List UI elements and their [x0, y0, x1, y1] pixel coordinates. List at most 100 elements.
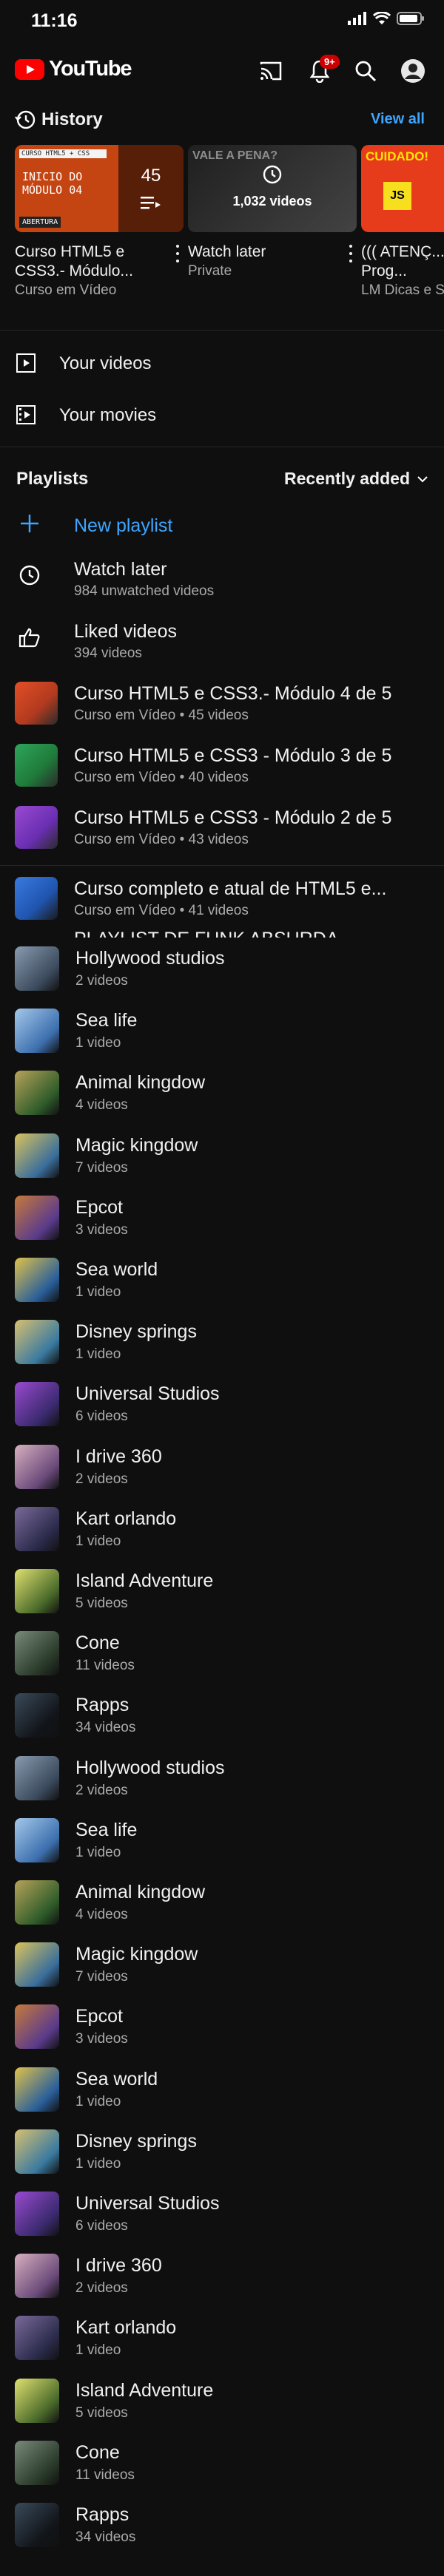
playlist-item[interactable]: Animal kingdow 4 videos: [0, 1062, 444, 1124]
notifications-button[interactable]: 9+: [305, 55, 340, 86]
playlist-video-count: 1 video: [75, 2342, 121, 2358]
playlist-title: Rapps: [75, 1695, 130, 1715]
chevron-down-icon: [417, 475, 428, 482]
playlist-item[interactable]: Rapps 34 videos: [0, 1684, 444, 1746]
playlist-item[interactable]: Curso completo e atual de HTML5 e... Cur…: [0, 868, 444, 930]
play-icon: [16, 353, 36, 373]
playlist-thumbnail: [15, 2503, 59, 2547]
playlist-item[interactable]: Kart orlando 1 video: [0, 1498, 444, 1560]
playlist-item[interactable]: Epcot 3 videos: [0, 1996, 444, 2058]
playlist-item[interactable]: I drive 360 2 videos: [0, 1436, 444, 1498]
thumbnail-caption: CUIDADO!: [366, 149, 428, 163]
playlist-thumbnail: [15, 2067, 59, 2112]
playlist-item-liked-videos[interactable]: Liked videos 394 videos: [0, 611, 444, 673]
playlist-item[interactable]: Sea world 1 video: [0, 2058, 444, 2121]
playlist-title: Disney springs: [75, 2131, 197, 2152]
history-card-title: Curso HTML5 e CSS3.- Módulo...: [15, 243, 133, 279]
history-card[interactable]: CURSO HTML5 + CSS INICIO DO MÓDULO 04 AB…: [15, 145, 184, 299]
playlist-video-count: 2 videos: [75, 2280, 128, 2296]
playlist-title: Hollywood studios: [75, 1758, 225, 1778]
playlist-title: I drive 360: [75, 2255, 162, 2276]
divider: [0, 865, 444, 866]
playlist-title: Magic kingdow: [75, 1944, 198, 1965]
cast-button[interactable]: [256, 56, 286, 86]
playlist-item[interactable]: Disney springs 1 video: [0, 1311, 444, 1373]
playlist-item[interactable]: Magic kingdow 7 videos: [0, 1933, 444, 1996]
video-thumbnail[interactable]: CURSO HTML5 + CSS INICIO DO MÓDULO 04 AB…: [15, 145, 184, 232]
playlist-item[interactable]: Epcot 3 videos: [0, 1187, 444, 1249]
playlist-subtitle: Curso em Vídeo • 43 videos: [74, 832, 249, 847]
playlist-thumbnail: [15, 2192, 59, 2236]
view-all-link[interactable]: View all: [371, 111, 425, 128]
video-thumbnail[interactable]: VALE A PENA? 1,032 videos: [188, 145, 357, 232]
playlist-item-watch-later[interactable]: Watch later 984 unwatched videos: [0, 549, 444, 611]
playlist-title: Liked videos: [74, 621, 177, 642]
your-movies-item[interactable]: Your movies: [0, 390, 444, 438]
signal-icon: [348, 12, 366, 25]
playlist-item[interactable]: Disney springs 1 video: [0, 2121, 444, 2183]
playlist-thumbnail: [15, 946, 59, 991]
divider: [0, 330, 444, 331]
youtube-logo-icon: [15, 58, 44, 80]
playlist-item[interactable]: Sea life 1 video: [0, 1000, 444, 1062]
playlist-item[interactable]: Island Adventure 5 videos: [0, 2370, 444, 2432]
playlist-item[interactable]: Kart orlando 1 video: [0, 2307, 444, 2369]
playlist-thumbnail: [15, 2316, 59, 2360]
your-movies-label: Your movies: [59, 405, 157, 425]
history-card[interactable]: VALE A PENA? 1,032 videos Watch later Pr…: [188, 145, 357, 279]
history-carousel[interactable]: CURSO HTML5 + CSS INICIO DO MÓDULO 04 AB…: [15, 145, 444, 309]
playlist-video-count: 4 videos: [75, 1097, 128, 1113]
playlist-title: Kart orlando: [75, 2317, 177, 2338]
playlist-thumbnail: [15, 1569, 59, 1613]
playlist-thumbnail: [15, 682, 58, 725]
playlist-item[interactable]: Universal Studios 6 videos: [0, 2183, 444, 2245]
playlist-title: Curso HTML5 e CSS3 - Módulo 2 de 5: [74, 807, 392, 828]
clock-icon: [19, 565, 40, 586]
thumbs-up-icon: [18, 628, 40, 648]
playlist-thumbnail: [15, 1196, 59, 1240]
playlist-item[interactable]: Sea life 1 video: [0, 1809, 444, 1871]
battery-icon: [397, 12, 424, 25]
playlist-title: Epcot: [75, 2006, 123, 2027]
history-title[interactable]: History: [41, 109, 103, 130]
new-playlist-label: New playlist: [74, 515, 173, 536]
playlist-item[interactable]: Island Adventure 5 videos: [0, 1560, 444, 1622]
search-button[interactable]: [351, 56, 380, 86]
sort-dropdown[interactable]: Recently added: [284, 469, 428, 489]
history-card[interactable]: CUIDADO! JS ((( ATENÇ... Curso Prog... L…: [361, 145, 444, 299]
playlist-item[interactable]: I drive 360 2 videos: [0, 2245, 444, 2307]
playlist-item[interactable]: Cone 11 videos: [0, 2432, 444, 2494]
status-time: 11:16: [31, 10, 78, 31]
playlist-title: Disney springs: [75, 1321, 197, 1342]
cast-icon: [260, 61, 282, 81]
playlist-item[interactable]: Animal kingdow 4 videos: [0, 1871, 444, 1933]
playlist-item[interactable]: Curso HTML5 e CSS3 - Módulo 2 de 5 Curso…: [0, 797, 444, 859]
playlist-thumbnail: [15, 1445, 59, 1489]
playlist-video-count: 1 video: [75, 1845, 121, 1860]
playlist-title: Sea world: [75, 2069, 158, 2089]
playlist-item[interactable]: Magic kingdow 7 videos: [0, 1125, 444, 1187]
playlist-item[interactable]: Curso HTML5 e CSS3.- Módulo 4 de 5 Curso…: [0, 673, 444, 735]
avatar-icon: [401, 59, 425, 83]
playlist-item[interactable]: Rapps 34 videos: [0, 2494, 444, 2556]
playlist-item[interactable]: Cone 11 videos: [0, 1622, 444, 1684]
history-section-header: History View all: [0, 104, 444, 135]
playlist-thumbnail: [15, 1009, 59, 1053]
playlist-thumbnail: [15, 1942, 59, 1987]
your-videos-item[interactable]: Your videos: [0, 339, 444, 386]
playlist-item[interactable]: Hollywood studios 2 videos: [0, 938, 444, 1000]
more-options-icon[interactable]: [346, 243, 355, 265]
playlist-item[interactable]: Universal Studios 6 videos: [0, 1373, 444, 1435]
video-thumbnail[interactable]: CUIDADO! JS: [361, 145, 444, 232]
playlist-video-count: 5 videos: [75, 2405, 128, 2421]
playlist-video-count: 1 video: [75, 1035, 121, 1051]
more-options-icon[interactable]: [173, 243, 182, 265]
playlist-item[interactable]: Hollywood studios 2 videos: [0, 1747, 444, 1809]
playlist-video-count: 11 videos: [75, 1658, 135, 1673]
account-avatar[interactable]: [398, 56, 428, 86]
playlist-video-count: 1 video: [75, 1284, 121, 1300]
playlist-title: Curso completo e atual de HTML5 e...: [74, 878, 387, 899]
playlist-item[interactable]: Curso HTML5 e CSS3 - Módulo 3 de 5 Curso…: [0, 735, 444, 797]
youtube-logo[interactable]: YouTube: [15, 57, 132, 81]
playlist-item[interactable]: Sea world 1 video: [0, 1249, 444, 1311]
